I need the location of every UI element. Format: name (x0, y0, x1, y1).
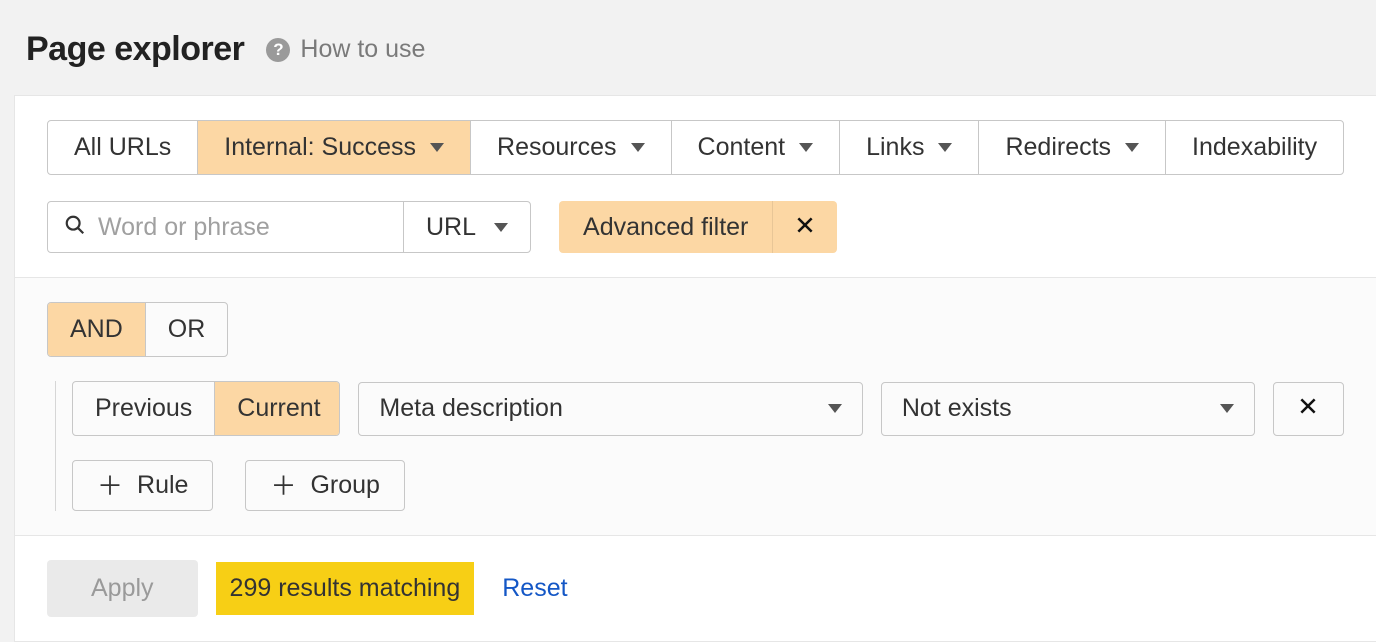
tab-label: Links (866, 133, 924, 162)
chevron-down-icon (631, 143, 645, 152)
search-input[interactable] (96, 212, 387, 243)
rule-operator-value: Not exists (902, 394, 1012, 423)
add-rule-button[interactable]: ＋ Rule (72, 460, 213, 511)
search-scope-select[interactable]: URL (403, 202, 530, 252)
close-icon (1298, 396, 1318, 421)
plus-icon: ＋ (97, 473, 123, 499)
advanced-filter-label[interactable]: Advanced filter (559, 201, 772, 253)
tab-label: All URLs (74, 133, 171, 162)
rule-field-value: Meta description (379, 394, 562, 423)
add-group-label: Group (310, 471, 379, 500)
crawl-current-button[interactable]: Current (215, 382, 340, 435)
tab-links[interactable]: Links (840, 121, 979, 174)
how-to-use-label: How to use (300, 35, 425, 64)
crawl-toggle: Previous Current (72, 381, 340, 436)
tab-label: Indexability (1192, 133, 1317, 162)
add-rule-label: Rule (137, 471, 188, 500)
chevron-down-icon (938, 143, 952, 152)
chevron-down-icon (799, 143, 813, 152)
plus-icon: ＋ (270, 473, 296, 499)
search-scope-label: URL (426, 213, 476, 242)
apply-button[interactable]: Apply (47, 560, 198, 617)
reset-link[interactable]: Reset (502, 574, 567, 603)
tab-redirects[interactable]: Redirects (979, 121, 1166, 174)
tab-label: Internal: Success (224, 133, 416, 162)
logic-or-button[interactable]: OR (146, 303, 228, 356)
advanced-filter-chip: Advanced filter (559, 201, 837, 253)
category-tab-strip: All URLs Internal: Success Resources Con… (47, 120, 1344, 175)
search-icon (64, 214, 86, 241)
tab-label: Redirects (1005, 133, 1111, 162)
remove-rule-button[interactable] (1273, 382, 1344, 436)
help-icon: ? (266, 38, 290, 62)
tab-indexability[interactable]: Indexability (1166, 121, 1343, 174)
add-group-button[interactable]: ＋ Group (245, 460, 405, 511)
tab-label: Resources (497, 133, 617, 162)
chevron-down-icon (494, 223, 508, 232)
logic-and-button[interactable]: AND (48, 303, 146, 356)
tab-resources[interactable]: Resources (471, 121, 672, 174)
chevron-down-icon (430, 143, 444, 152)
tab-content[interactable]: Content (672, 121, 841, 174)
chevron-down-icon (828, 404, 842, 413)
search-group: URL (47, 201, 531, 253)
close-icon (795, 215, 815, 240)
tab-internal-success[interactable]: Internal: Success (198, 121, 471, 174)
chevron-down-icon (1220, 404, 1234, 413)
chevron-down-icon (1125, 143, 1139, 152)
page-title: Page explorer (26, 30, 244, 69)
crawl-previous-button[interactable]: Previous (73, 382, 215, 435)
rule-field-select[interactable]: Meta description (358, 382, 862, 436)
tab-label: Content (698, 133, 786, 162)
logic-toggle: AND OR (47, 302, 228, 357)
rule-operator-select[interactable]: Not exists (881, 382, 1255, 436)
tab-all-urls[interactable]: All URLs (48, 121, 198, 174)
results-matching-badge: 299 results matching (216, 562, 475, 615)
advanced-filter-close-button[interactable] (772, 201, 837, 253)
how-to-use-link[interactable]: ? How to use (266, 35, 425, 64)
